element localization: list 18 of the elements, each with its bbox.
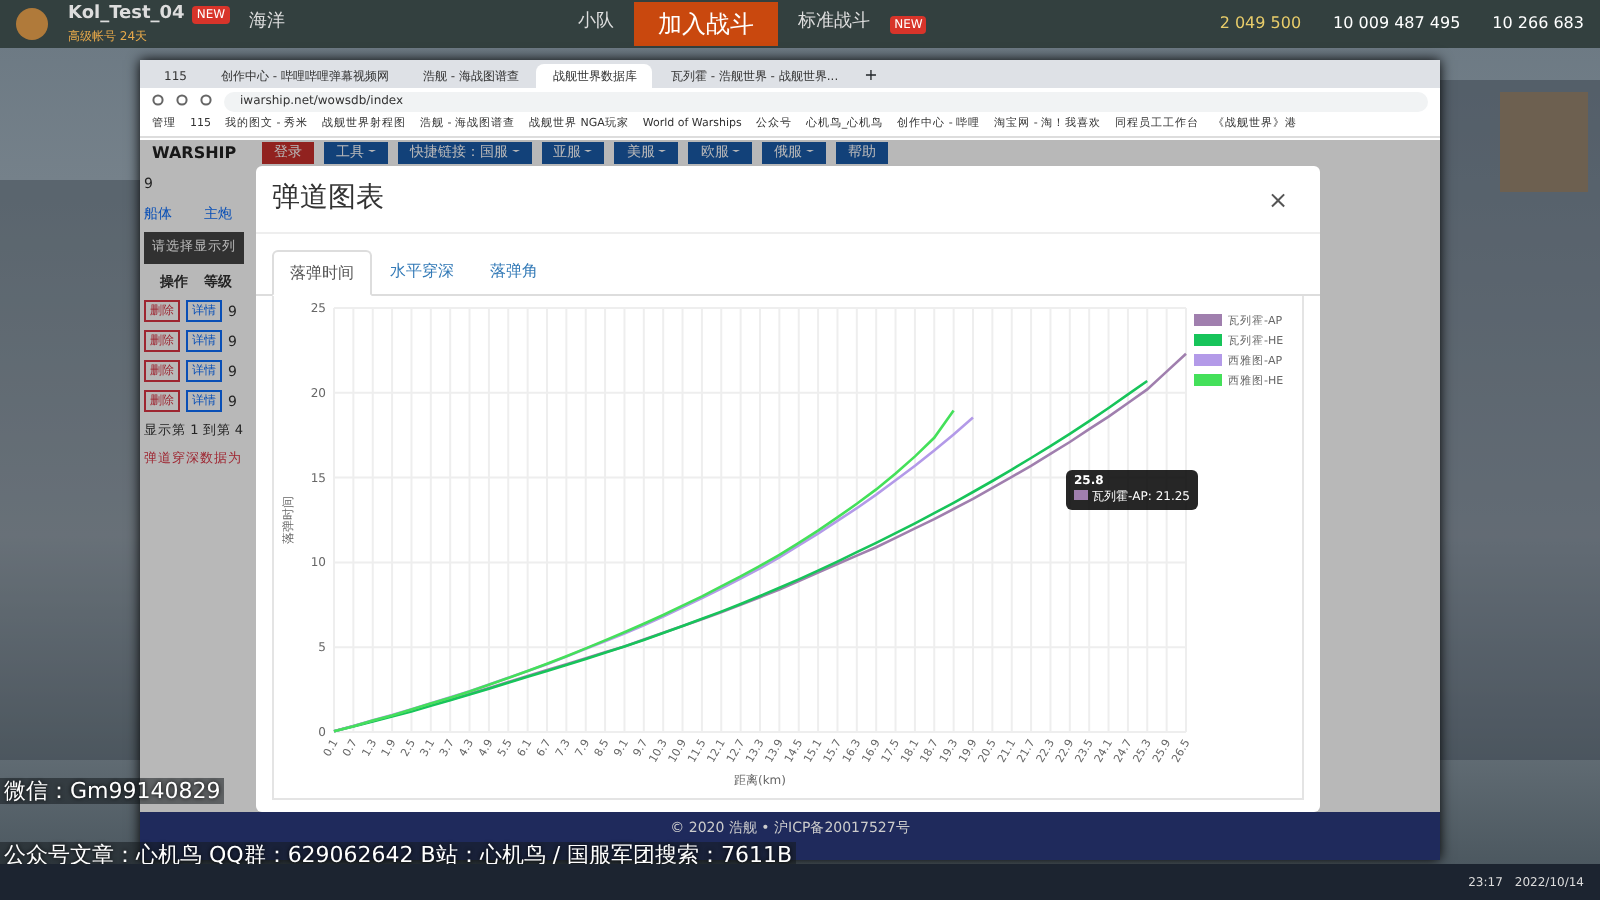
chart-tab[interactable]: 水平穿深	[372, 250, 472, 294]
currency-amount: 10 009 487 495	[1333, 12, 1461, 36]
stream-caption: 微信：Gm99140829	[0, 778, 225, 804]
portrait-placeholder	[1500, 92, 1588, 192]
join-battle-button[interactable]: 加入战斗	[634, 2, 779, 46]
chart-tab[interactable]: 落弹时间	[272, 250, 372, 296]
site-logo[interactable]: WARSHIP	[152, 145, 237, 161]
currency-amount: 10 266 683	[1492, 12, 1584, 36]
modal-title: 弹道图表	[272, 180, 384, 218]
avatar-circle	[16, 8, 48, 40]
squad-label[interactable]: 小队	[578, 10, 615, 38]
player-name[interactable]: Kol_Test_04	[68, 1, 185, 29]
chart-tab[interactable]: 落弹角	[472, 250, 556, 294]
battle-type[interactable]: 标准战斗	[798, 10, 871, 38]
close-button[interactable]: ×	[1255, 179, 1300, 219]
currency-amount: 2 049 500	[1219, 12, 1302, 36]
port-name: 海洋	[249, 10, 286, 37]
new-tab-button[interactable]: +	[856, 64, 886, 88]
